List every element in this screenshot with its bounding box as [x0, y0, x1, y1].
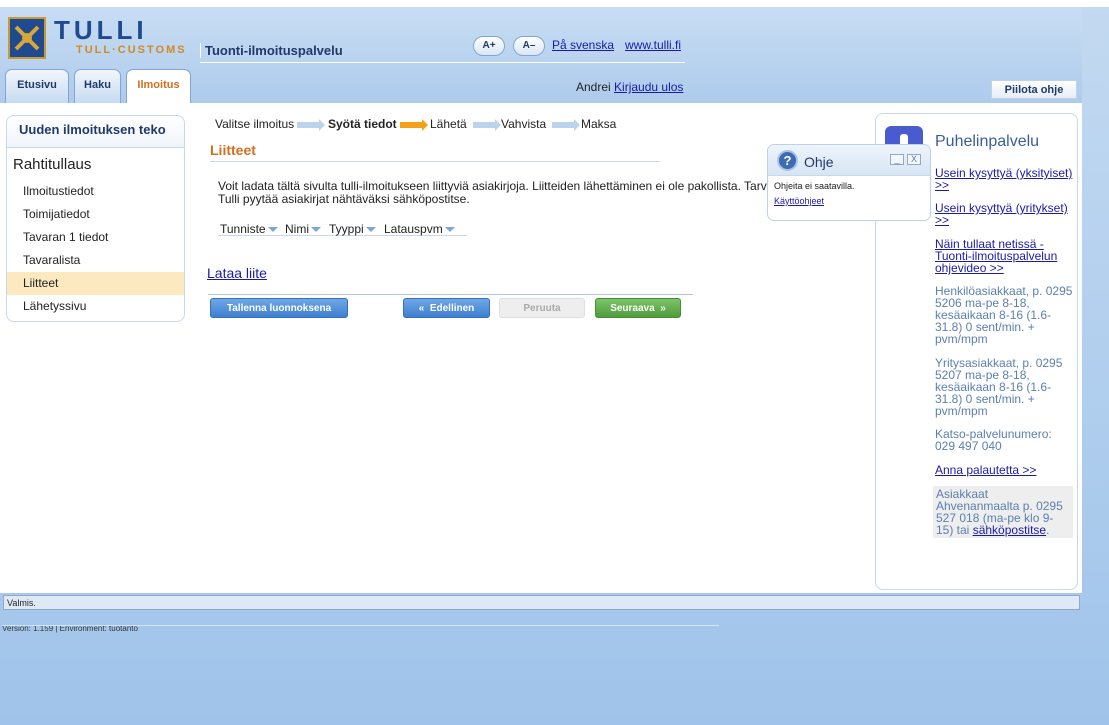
tulli-site-link[interactable]: www.tulli.fi — [625, 38, 681, 52]
tab-etusivu[interactable]: Etusivu — [5, 69, 69, 103]
sort-icon — [365, 227, 376, 233]
nav-header: Uuden ilmoituksen teko — [7, 116, 184, 148]
save-draft-button[interactable]: Tallenna luonnoksena — [210, 298, 348, 318]
divider — [200, 62, 685, 63]
column-label: Tyyppi — [329, 222, 364, 236]
nav-item-liitteet[interactable]: Liitteet — [7, 272, 184, 295]
column-label: Latauspvm — [384, 222, 443, 236]
step-syota: Syötä tiedot — [328, 117, 397, 131]
user-guide-link[interactable]: Käyttöohjeet — [774, 196, 824, 206]
status-bar: Valmis. — [3, 595, 1080, 610]
feedback-link[interactable]: Anna palautetta >> — [935, 463, 1036, 477]
aland-end: . — [1046, 523, 1050, 537]
font-increase-button[interactable]: A+ — [473, 36, 505, 56]
divider — [210, 161, 660, 162]
font-decrease-button[interactable]: A– — [513, 36, 545, 56]
top-strip — [0, 0, 1109, 7]
sort-icon — [311, 227, 321, 233]
hide-help-button[interactable]: Piilota ohje — [991, 80, 1077, 99]
column-label: Tunniste — [220, 222, 266, 236]
service-name: Tuonti-ilmoituspalvelu — [200, 43, 343, 58]
step-laheta: Lähetä — [430, 117, 467, 131]
sort-icon — [267, 227, 278, 233]
help-text: Ohjeita ei saatavilla. — [774, 181, 855, 191]
column-tyyppi[interactable]: Tyyppi — [329, 222, 376, 236]
faq-private-link[interactable]: Usein kysyttyä (yksityiset) >> — [935, 166, 1072, 192]
tulli-logo-icon — [8, 17, 46, 59]
chevron-right-icon: » — [660, 303, 666, 314]
step-arrow-icon — [552, 119, 580, 131]
user-info: Andrei Kirjaudu ulos — [576, 80, 683, 94]
business-customers-info: Yritysasiakkaat, p. 0295 5207 ma-pe 8-18… — [935, 356, 1063, 418]
next-label: Seuraava — [610, 303, 655, 314]
help-popup-header[interactable]: ? Ohje _ X — [768, 145, 930, 176]
nav-item-lahetyssivu[interactable]: Lähetyssivu — [7, 295, 184, 318]
panel-title: Puhelinpalvelu — [935, 133, 1040, 150]
declaration-nav: Uuden ilmoituksen teko Rahtitullaus Ilmo… — [6, 115, 185, 322]
nav-item-ilmoitustiedot[interactable]: Ilmoitustiedot — [7, 180, 184, 203]
nav-item-tavaralista[interactable]: Tavaralista — [7, 249, 184, 272]
divider — [208, 294, 693, 295]
close-button[interactable]: X — [907, 154, 921, 165]
logo-subtext: TULL·CUSTOMS — [76, 44, 187, 56]
section-title: Liitteet — [210, 142, 256, 158]
divider — [2, 625, 719, 626]
step-arrow-icon — [473, 119, 501, 131]
logout-link[interactable]: Kirjaudu ulos — [614, 80, 683, 94]
user-name: Andrei — [576, 80, 611, 94]
column-latauspvm[interactable]: Latauspvm — [384, 222, 455, 236]
nav-item-toimijatiedot[interactable]: Toimijatiedot — [7, 203, 184, 226]
swedish-link[interactable]: På svenska — [552, 38, 614, 52]
chevron-left-icon: « — [418, 303, 425, 314]
attachments-table-header: Tunniste Nimi Tyyppi Latauspvm — [218, 222, 467, 236]
step-maksa: Maksa — [581, 117, 617, 131]
help-popup: ? Ohje _ X Ohjeita ei saatavilla. Käyttö… — [767, 144, 931, 221]
private-customers-info: Henkilöasiakkaat, p. 0295 5206 ma-pe 8-1… — [935, 284, 1073, 346]
column-label: Nimi — [285, 222, 309, 236]
logo-text: TULLI — [54, 15, 148, 45]
next-button[interactable]: Seuraava » — [595, 298, 681, 318]
step-arrow-current-icon — [400, 119, 428, 131]
cancel-button[interactable]: Peruuta — [499, 298, 585, 318]
aland-info: Asiakkaat Ahvenanmaalta p. 0295 527 018 … — [933, 486, 1073, 538]
video-guide-link[interactable]: Näin tullaat netissä - Tuonti-ilmoituspa… — [935, 237, 1057, 275]
column-nimi[interactable]: Nimi — [285, 222, 321, 236]
tab-ilmoitus[interactable]: Ilmoitus — [126, 69, 191, 104]
faq-business-link[interactable]: Usein kysyttyä (yritykset) >> — [935, 201, 1068, 227]
upload-attachment-link[interactable]: Lataa liite — [207, 265, 267, 281]
step-vahvista: Vahvista — [501, 117, 547, 131]
minimize-button[interactable]: _ — [890, 154, 904, 165]
help-popup-title: Ohje — [804, 154, 834, 170]
aland-email-link[interactable]: sähköpostitse — [973, 523, 1046, 537]
tab-haku[interactable]: Haku — [74, 69, 121, 103]
column-tunniste[interactable]: Tunniste — [220, 222, 278, 236]
katso-service-info: Katso-palvelunumero: 029 497 040 — [935, 427, 1052, 453]
previous-button[interactable]: « Edellinen — [403, 298, 490, 318]
nav-title: Rahtitullaus — [13, 156, 92, 173]
previous-label: Edellinen — [429, 303, 475, 314]
nav-item-tavaran-tiedot[interactable]: Tavaran 1 tiedot — [7, 226, 184, 249]
question-icon: ? — [777, 150, 798, 171]
step-arrow-icon — [297, 119, 325, 131]
section-description: Voit ladata tältä sivulta tulli-ilmoituk… — [218, 180, 770, 210]
step-valitse: Valitse ilmoitus — [215, 117, 295, 131]
sort-icon — [444, 227, 455, 233]
description-line: Tulli pyytää asiakirjat nähtäväksi sähkö… — [218, 192, 470, 206]
